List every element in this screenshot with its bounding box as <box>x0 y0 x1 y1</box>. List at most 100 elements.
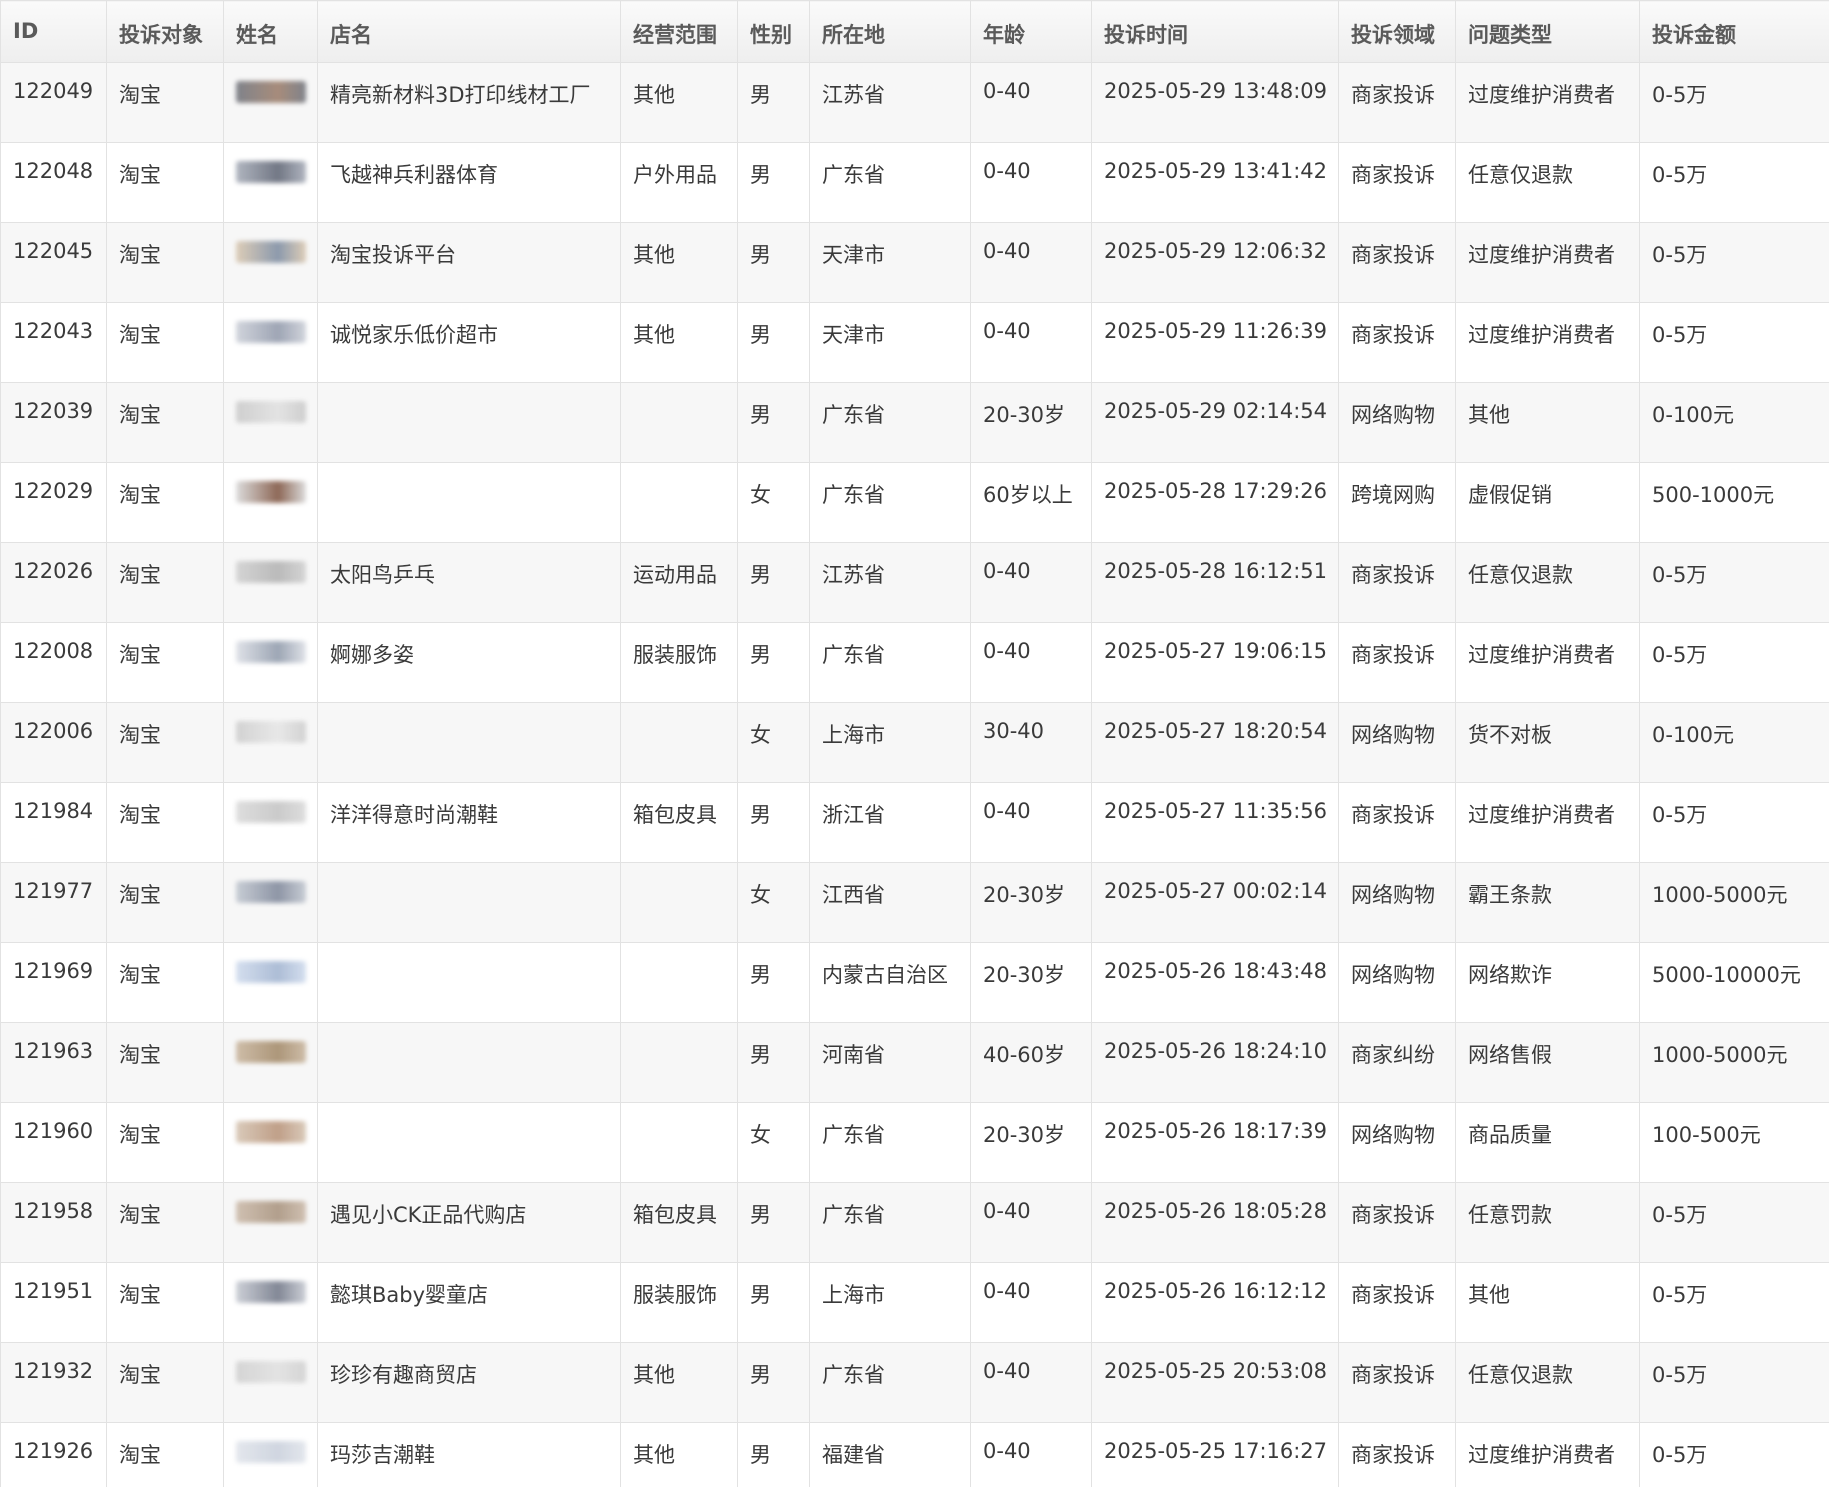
cell-target: 淘宝 <box>106 222 224 303</box>
cell-time: 2025-05-29 12:06:32 <box>1091 222 1339 303</box>
redacted-name <box>236 1121 306 1143</box>
cell-gender: 女 <box>737 862 810 943</box>
cell-name <box>223 1102 318 1183</box>
cell-issue: 其他 <box>1455 1262 1640 1343</box>
cell-shop <box>317 1022 621 1103</box>
cell-amount: 500-1000元 <box>1639 462 1829 543</box>
cell-age: 20-30岁 <box>970 862 1092 943</box>
cell-shop <box>317 1102 621 1183</box>
table-row[interactable]: 121960 淘宝 女广东省 20-30岁 2025-05-26 18:17:39 网络购… <box>0 1102 1829 1183</box>
cell-location: 广东省 <box>809 1102 971 1183</box>
column-header-amount[interactable]: 投诉金额 <box>1639 0 1829 63</box>
cell-name <box>223 622 318 703</box>
cell-scope <box>620 862 738 943</box>
table-row[interactable]: 122043 淘宝 诚悦家乐低价超市 其他男天津市 0-40 2025-05-29 11:… <box>0 302 1829 383</box>
cell-field: 商家投诉 <box>1338 302 1456 383</box>
table-row[interactable]: 122049 淘宝 精亮新材料3D打印线材工厂 其他男江苏省 0-40 2025-05-2… <box>0 62 1829 143</box>
header-row: ID 投诉对象 姓名 店名 经营范围 性别 所在地 年龄 投诉时间 投诉领域 问… <box>0 0 1829 63</box>
cell-field: 网络购物 <box>1338 862 1456 943</box>
cell-issue: 虚假促销 <box>1455 462 1640 543</box>
cell-time: 2025-05-29 11:26:39 <box>1091 302 1339 383</box>
cell-shop: 精亮新材料3D打印线材工厂 <box>317 62 621 143</box>
table-row[interactable]: 122045 淘宝 淘宝投诉平台 其他男天津市 0-40 2025-05-29 12:06… <box>0 222 1829 303</box>
cell-scope <box>620 1102 738 1183</box>
cell-target: 淘宝 <box>106 62 224 143</box>
cell-scope: 箱包皮具 <box>620 782 738 863</box>
cell-gender: 男 <box>737 62 810 143</box>
column-header-field[interactable]: 投诉领域 <box>1338 0 1456 63</box>
cell-issue: 任意仅退款 <box>1455 1342 1640 1423</box>
cell-location: 内蒙古自治区 <box>809 942 971 1023</box>
column-header-name[interactable]: 姓名 <box>223 0 318 63</box>
table-header: ID 投诉对象 姓名 店名 经营范围 性别 所在地 年龄 投诉时间 投诉领域 问… <box>0 0 1829 63</box>
cell-target: 淘宝 <box>106 942 224 1023</box>
cell-gender: 男 <box>737 142 810 223</box>
cell-amount: 1000-5000元 <box>1639 1022 1829 1103</box>
table-row[interactable]: 122029 淘宝 女广东省 60岁以上 2025-05-28 17:29:26 跨境网购… <box>0 462 1829 543</box>
column-header-location[interactable]: 所在地 <box>809 0 971 63</box>
column-header-issue[interactable]: 问题类型 <box>1455 0 1640 63</box>
cell-shop: 婀娜多姿 <box>317 622 621 703</box>
redacted-name <box>236 401 306 423</box>
cell-shop <box>317 702 621 783</box>
cell-target: 淘宝 <box>106 782 224 863</box>
cell-issue: 过度维护消费者 <box>1455 222 1640 303</box>
cell-id: 121969 <box>0 942 107 1023</box>
column-header-shop[interactable]: 店名 <box>317 0 621 63</box>
cell-name <box>223 702 318 783</box>
cell-time: 2025-05-27 00:02:14 <box>1091 862 1339 943</box>
cell-time: 2025-05-29 02:14:54 <box>1091 382 1339 463</box>
table-row[interactable]: 122048 淘宝 飞越神兵利器体育 户外用品男广东省 0-40 2025-05-29 1… <box>0 142 1829 223</box>
table-row[interactable]: 122008 淘宝 婀娜多姿 服装服饰男广东省 0-40 2025-05-27 19:06… <box>0 622 1829 703</box>
cell-age: 40-60岁 <box>970 1022 1092 1103</box>
column-header-scope[interactable]: 经营范围 <box>620 0 738 63</box>
table-row[interactable]: 122006 淘宝 女上海市 30-40 2025-05-27 18:20:54 网络购物… <box>0 702 1829 783</box>
cell-gender: 男 <box>737 1422 810 1487</box>
cell-id: 122045 <box>0 222 107 303</box>
cell-id: 122029 <box>0 462 107 543</box>
table-row[interactable]: 121969 淘宝 男内蒙古自治区 20-30岁 2025-05-26 18:43:48… <box>0 942 1829 1023</box>
redacted-name <box>236 161 306 183</box>
redacted-name <box>236 1201 306 1223</box>
cell-field: 商家投诉 <box>1338 222 1456 303</box>
cell-name <box>223 542 318 623</box>
table-body: 122049 淘宝 精亮新材料3D打印线材工厂 其他男江苏省 0-40 2025-05-2… <box>0 62 1829 1487</box>
cell-shop: 淘宝投诉平台 <box>317 222 621 303</box>
cell-time: 2025-05-28 16:12:51 <box>1091 542 1339 623</box>
cell-issue: 任意罚款 <box>1455 1182 1640 1263</box>
cell-age: 60岁以上 <box>970 462 1092 543</box>
cell-location: 江苏省 <box>809 62 971 143</box>
cell-issue: 过度维护消费者 <box>1455 302 1640 383</box>
table-row[interactable]: 121958 淘宝 遇见小CK正品代购店 箱包皮具男广东省 0-40 2025-05-26… <box>0 1182 1829 1263</box>
cell-gender: 男 <box>737 622 810 703</box>
cell-field: 跨境网购 <box>1338 462 1456 543</box>
cell-amount: 0-5万 <box>1639 142 1829 223</box>
cell-shop <box>317 382 621 463</box>
cell-amount: 0-5万 <box>1639 782 1829 863</box>
cell-location: 广东省 <box>809 142 971 223</box>
column-header-gender[interactable]: 性别 <box>737 0 810 63</box>
column-header-time[interactable]: 投诉时间 <box>1091 0 1339 63</box>
cell-target: 淘宝 <box>106 1182 224 1263</box>
cell-location: 浙江省 <box>809 782 971 863</box>
cell-location: 天津市 <box>809 222 971 303</box>
table-row[interactable]: 121977 淘宝 女江西省 20-30岁 2025-05-27 00:02:14 网络购… <box>0 862 1829 943</box>
table-row[interactable]: 121951 淘宝 懿琪Baby婴童店 服装服饰男上海市 0-40 2025-05-26 … <box>0 1262 1829 1343</box>
cell-field: 商家投诉 <box>1338 62 1456 143</box>
column-header-age[interactable]: 年龄 <box>970 0 1092 63</box>
table-row[interactable]: 121926 淘宝 玛莎吉潮鞋 其他男福建省 0-40 2025-05-25 17:16:… <box>0 1422 1829 1487</box>
table-row[interactable]: 121963 淘宝 男河南省 40-60岁 2025-05-26 18:24:10 商家纠… <box>0 1022 1829 1103</box>
table-row[interactable]: 121932 淘宝 珍珍有趣商贸店 其他男广东省 0-40 2025-05-25 20:5… <box>0 1342 1829 1423</box>
table-row[interactable]: 122039 淘宝 男广东省 20-30岁 2025-05-29 02:14:54 网络购… <box>0 382 1829 463</box>
cell-amount: 1000-5000元 <box>1639 862 1829 943</box>
column-header-id[interactable]: ID <box>0 0 107 63</box>
cell-shop: 珍珍有趣商贸店 <box>317 1342 621 1423</box>
table-row[interactable]: 121984 淘宝 洋洋得意时尚潮鞋 箱包皮具男浙江省 0-40 2025-05-27 1… <box>0 782 1829 863</box>
cell-shop: 太阳鸟乒乓 <box>317 542 621 623</box>
redacted-name <box>236 241 306 263</box>
cell-name <box>223 222 318 303</box>
table-row[interactable]: 122026 淘宝 太阳鸟乒乓 运动用品男江苏省 0-40 2025-05-28 16:1… <box>0 542 1829 623</box>
redacted-name <box>236 1281 306 1303</box>
column-header-target[interactable]: 投诉对象 <box>106 0 224 63</box>
cell-scope: 其他 <box>620 302 738 383</box>
